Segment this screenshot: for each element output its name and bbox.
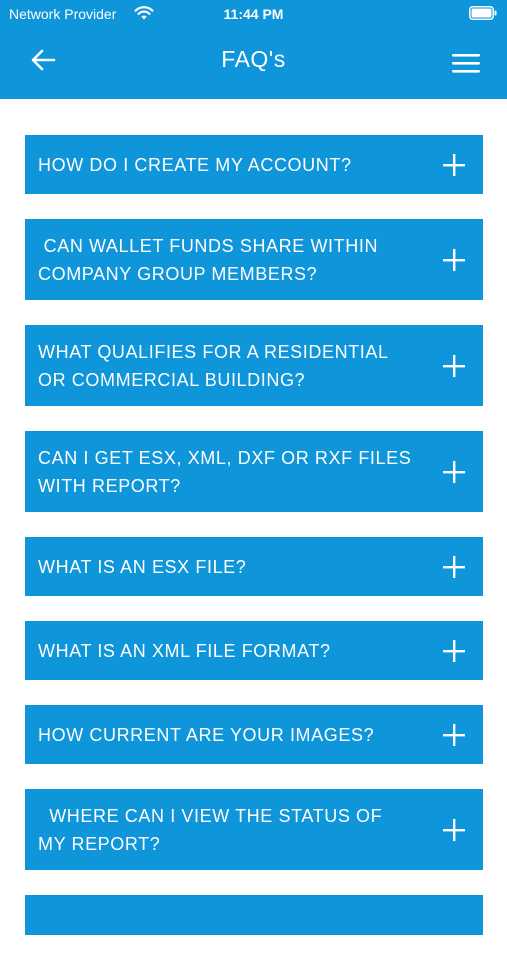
faq-list: HOW DO I CREATE MY ACCOUNT? CAN WALLET F… [25, 135, 483, 960]
status-time: 11:44 PM [223, 6, 284, 22]
faq-question: CAN WALLET FUNDS SHARE WITHIN COMPANY GR… [38, 235, 384, 284]
faq-question: WHAT IS AN ESX FILE? [38, 556, 247, 577]
plus-icon [443, 460, 465, 483]
plus-icon [443, 248, 465, 271]
app-header: Network Provider 11:44 PM FAQ's [0, 0, 507, 99]
faq-item[interactable]: CAN I GET ESX, XML, DXF OR RXF FILES WIT… [25, 431, 483, 512]
page-title: FAQ's [221, 46, 286, 72]
faq-item[interactable]: HOW DO I CREATE MY ACCOUNT? [25, 135, 483, 194]
faq-question: WHAT QUALIFIES FOR A RESIDENTIAL OR COMM… [38, 341, 394, 390]
plus-icon [443, 354, 465, 377]
status-bar: Network Provider 11:44 PM [0, 0, 507, 28]
faq-question: CAN I GET ESX, XML, DXF OR RXF FILES WIT… [38, 447, 417, 496]
menu-button[interactable] [451, 48, 481, 78]
faq-item[interactable] [25, 895, 483, 935]
battery-icon [469, 6, 497, 20]
faq-item[interactable]: HOW CURRENT ARE YOUR IMAGES? [25, 705, 483, 764]
faq-question: HOW CURRENT ARE YOUR IMAGES? [38, 724, 375, 745]
plus-icon [443, 153, 465, 176]
faq-item[interactable]: WHERE CAN I VIEW THE STATUS OF MY REPORT… [25, 789, 483, 870]
faq-item[interactable]: WHAT IS AN ESX FILE? [25, 537, 483, 596]
hamburger-menu-icon [452, 54, 480, 73]
plus-icon [443, 555, 465, 578]
plus-icon [443, 723, 465, 746]
faq-question: HOW DO I CREATE MY ACCOUNT? [38, 154, 352, 175]
plus-icon [443, 639, 465, 662]
faq-item[interactable]: WHAT IS AN XML FILE FORMAT? [25, 621, 483, 680]
plus-icon [443, 818, 465, 841]
faq-item[interactable]: WHAT QUALIFIES FOR A RESIDENTIAL OR COMM… [25, 325, 483, 406]
faq-question: WHERE CAN I VIEW THE STATUS OF MY REPORT… [38, 805, 388, 854]
faq-question: WHAT IS AN XML FILE FORMAT? [38, 640, 331, 661]
faq-item[interactable]: CAN WALLET FUNDS SHARE WITHIN COMPANY GR… [25, 219, 483, 300]
